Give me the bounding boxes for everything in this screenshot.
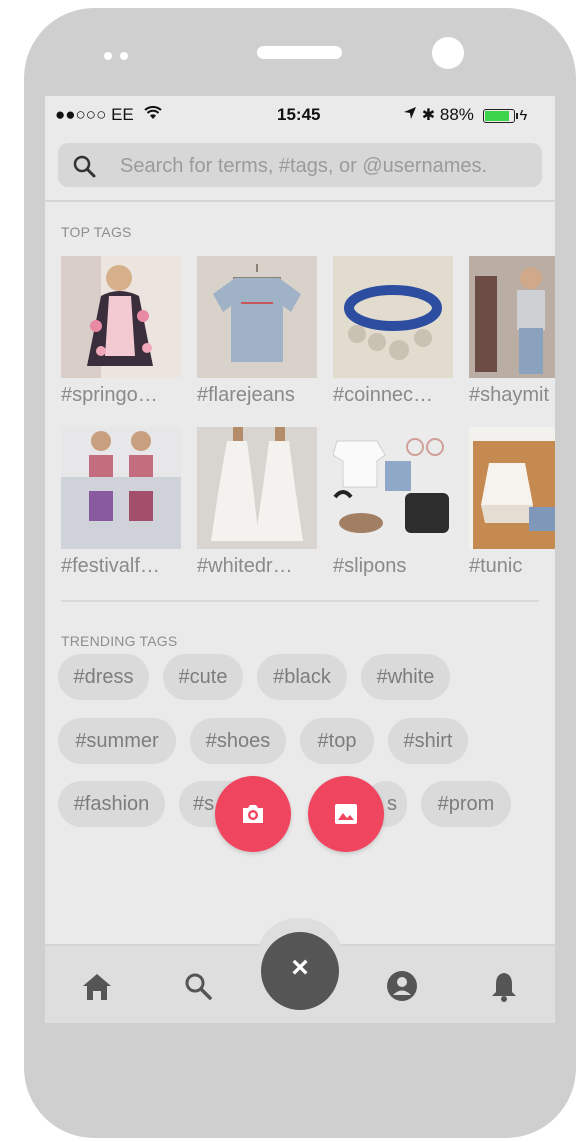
tag-thumbnail [469,427,555,549]
trending-tag-chip[interactable]: #dress [58,654,149,700]
status-bar: ●●○○○ EE 15:45 ✱ 88% ϟ [45,96,555,134]
bell-icon[interactable] [486,968,522,1004]
charging-icon: ϟ [519,107,528,124]
close-button[interactable]: × [261,932,339,1010]
top-tag-tile[interactable]: #shaymit [469,256,555,407]
tag-thumbnail [333,427,453,549]
trending-tag-chip[interactable]: #top [300,718,374,764]
top-tag-tile[interactable]: #festivalf… [61,427,183,578]
tag-thumbnail [61,256,181,378]
tag-label: #flarejeans [197,384,295,406]
tag-label: #springo… [61,384,158,406]
app-screen: ●●○○○ EE 15:45 ✱ 88% ϟ TOP TAGS [45,96,555,1023]
image-icon [335,804,357,824]
gallery-button[interactable] [308,776,384,852]
trending-tag-chip[interactable]: #cute [163,654,243,700]
speaker-grille [257,46,342,59]
top-tag-tile[interactable]: #springo… [61,256,183,407]
top-tags-heading: TOP TAGS [61,224,132,240]
close-icon: × [291,951,309,984]
tag-label: #festivalf… [61,555,160,577]
battery-percent: 88% [439,105,474,124]
front-camera [432,37,464,69]
tag-thumbnail [197,256,317,378]
tag-label: #coinnec… [333,384,434,406]
search-bar[interactable] [58,143,542,187]
profile-icon[interactable] [384,968,420,1004]
search-divider [45,200,555,202]
status-right: ✱ 88% ϟ [403,105,527,125]
tag-thumbnail [469,256,555,378]
location-arrow-icon [403,105,422,124]
trending-tag-chip[interactable]: #summer [58,718,176,764]
trending-tag-chip[interactable]: #shoes [190,718,286,764]
search-input[interactable] [118,151,532,181]
top-tag-tile[interactable]: #slipons [333,427,455,578]
top-tag-tile[interactable]: #flarejeans [197,256,319,407]
search-icon [73,155,96,178]
camera-icon [243,805,263,823]
camera-button[interactable] [215,776,291,852]
tag-label: #tunic [469,555,523,577]
bluetooth-icon: ✱ [421,107,436,124]
section-divider [61,600,539,602]
carrier-signal: ●●○○○ EE [55,105,163,125]
wifi-icon [144,105,163,124]
top-tag-tile[interactable]: #tunic [469,427,555,578]
top-tag-tile[interactable]: #whitedr… [197,427,319,578]
search-icon[interactable] [180,968,216,1004]
clock: 15:45 [277,105,321,124]
trending-tag-chip[interactable]: #fashion [58,781,165,827]
tag-thumbnail [333,256,453,378]
sensor-dots [104,52,134,62]
trending-tags-heading: TRENDING TAGS [61,633,178,649]
top-tag-tile[interactable]: #coinnec… [333,256,455,407]
battery-icon [482,108,518,123]
tag-label: #shaymit [469,384,550,406]
trending-tag-chip[interactable]: #black [257,654,347,700]
tag-label: #slipons [333,555,407,577]
tag-label: #whitedr… [197,555,293,577]
trending-tag-chip[interactable]: #white [361,654,450,700]
home-icon[interactable] [79,968,115,1004]
tag-thumbnail [197,427,317,549]
trending-tag-chip[interactable]: #shirt [388,718,468,764]
tag-thumbnail [61,427,181,549]
trending-tag-chip[interactable]: #prom [421,781,511,827]
